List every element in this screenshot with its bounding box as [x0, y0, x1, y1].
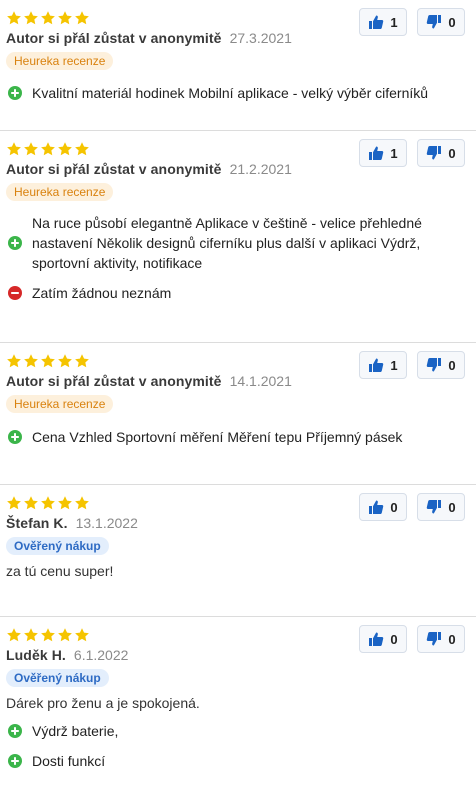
- thumbs-up-icon: [368, 357, 384, 373]
- dislike-count: 0: [448, 631, 456, 647]
- verified-purchase-badge: Ověřený nákup: [6, 537, 109, 555]
- dislike-button[interactable]: 0: [417, 139, 465, 167]
- star-icon: [40, 353, 56, 369]
- dislike-count: 0: [448, 14, 456, 30]
- review-author: Autor si přál zůstat v anonymitě: [6, 30, 222, 46]
- plus-circle-icon: [8, 86, 22, 100]
- like-button[interactable]: 1: [359, 8, 407, 36]
- review-date: 14.1.2021: [229, 373, 292, 389]
- thumbs-down-icon: [426, 631, 442, 647]
- review-date: 21.2.2021: [229, 161, 292, 177]
- review-pro: Cena Vzhled Sportovní měření Měření tepu…: [6, 427, 468, 447]
- heureka-review-badge: Heureka recenze: [6, 183, 114, 201]
- dislike-button[interactable]: 0: [417, 625, 465, 653]
- like-count: 0: [390, 499, 398, 515]
- star-icon: [57, 495, 73, 511]
- review-card: Luděk H. 6.1.2022 Ověřený nákup 0 0 Dárek…: [0, 617, 476, 795]
- star-icon: [23, 353, 39, 369]
- review-card: Autor si přál zůstat v anonymitě 27.3.202…: [0, 0, 476, 131]
- heureka-review-badge: Heureka recenze: [6, 52, 114, 70]
- like-count: 1: [390, 14, 398, 30]
- review-date: 13.1.2022: [75, 515, 138, 531]
- star-icon: [23, 627, 39, 643]
- dislike-count: 0: [448, 145, 456, 161]
- heureka-review-badge: Heureka recenze: [6, 395, 114, 413]
- star-icon: [6, 10, 22, 26]
- minus-circle-icon: [8, 286, 22, 300]
- star-icon: [40, 10, 56, 26]
- thumbs-up-icon: [368, 499, 384, 515]
- like-count: 1: [390, 357, 398, 373]
- star-icon: [57, 627, 73, 643]
- plus-circle-icon: [8, 430, 22, 444]
- star-icon: [74, 627, 90, 643]
- like-count: 1: [390, 145, 398, 161]
- star-icon: [74, 10, 90, 26]
- review-date: 27.3.2021: [229, 30, 292, 46]
- like-button[interactable]: 0: [359, 625, 407, 653]
- star-icon: [40, 627, 56, 643]
- star-icon: [6, 353, 22, 369]
- thumbs-up-icon: [368, 631, 384, 647]
- review-author: Štefan K.: [6, 515, 68, 531]
- star-icon: [74, 141, 90, 157]
- review-con: Zatím žádnou neznám: [6, 283, 468, 303]
- like-count: 0: [390, 631, 398, 647]
- star-icon: [23, 141, 39, 157]
- plus-circle-icon: [8, 724, 22, 738]
- thumbs-up-icon: [368, 14, 384, 30]
- review-pro: Dosti funkcí: [6, 751, 468, 771]
- review-card: Autor si přál zůstat v anonymitě 14.1.202…: [0, 343, 476, 485]
- star-icon: [57, 353, 73, 369]
- star-icon: [6, 141, 22, 157]
- thumbs-down-icon: [426, 499, 442, 515]
- verified-purchase-badge: Ověřený nákup: [6, 669, 109, 687]
- review-pro: Na ruce působí elegantně Aplikace v češt…: [6, 213, 468, 273]
- review-card: Autor si přál zůstat v anonymitě 21.2.202…: [0, 131, 476, 343]
- star-icon: [40, 141, 56, 157]
- star-icon: [6, 495, 22, 511]
- review-date: 6.1.2022: [73, 647, 129, 663]
- review-author: Autor si přál zůstat v anonymitě: [6, 373, 222, 389]
- review-author: Luděk H.: [6, 647, 66, 663]
- dislike-button[interactable]: 0: [417, 493, 465, 521]
- thumbs-down-icon: [426, 145, 442, 161]
- review-text: Dárek pro ženu a je spokojená.: [6, 695, 200, 711]
- like-button[interactable]: 1: [359, 351, 407, 379]
- dislike-count: 0: [448, 499, 456, 515]
- star-icon: [23, 10, 39, 26]
- thumbs-down-icon: [426, 14, 442, 30]
- plus-circle-icon: [8, 754, 22, 768]
- star-icon: [57, 141, 73, 157]
- thumbs-up-icon: [368, 145, 384, 161]
- review-author: Autor si přál zůstat v anonymitě: [6, 161, 222, 177]
- plus-circle-icon: [8, 236, 22, 250]
- review-card: Štefan K. 13.1.2022 Ověřený nákup 0 0 za …: [0, 485, 476, 617]
- star-icon: [74, 353, 90, 369]
- like-button[interactable]: 0: [359, 493, 407, 521]
- star-icon: [57, 10, 73, 26]
- thumbs-down-icon: [426, 357, 442, 373]
- review-text: za tú cenu super!: [6, 563, 114, 579]
- review-pro: Kvalitní materiál hodinek Mobilní aplika…: [6, 83, 468, 103]
- dislike-button[interactable]: 0: [417, 351, 465, 379]
- star-icon: [6, 627, 22, 643]
- review-pro: Výdrž baterie,: [6, 721, 468, 741]
- star-icon: [23, 495, 39, 511]
- like-button[interactable]: 1: [359, 139, 407, 167]
- star-icon: [74, 495, 90, 511]
- dislike-count: 0: [448, 357, 456, 373]
- dislike-button[interactable]: 0: [417, 8, 465, 36]
- star-icon: [40, 495, 56, 511]
